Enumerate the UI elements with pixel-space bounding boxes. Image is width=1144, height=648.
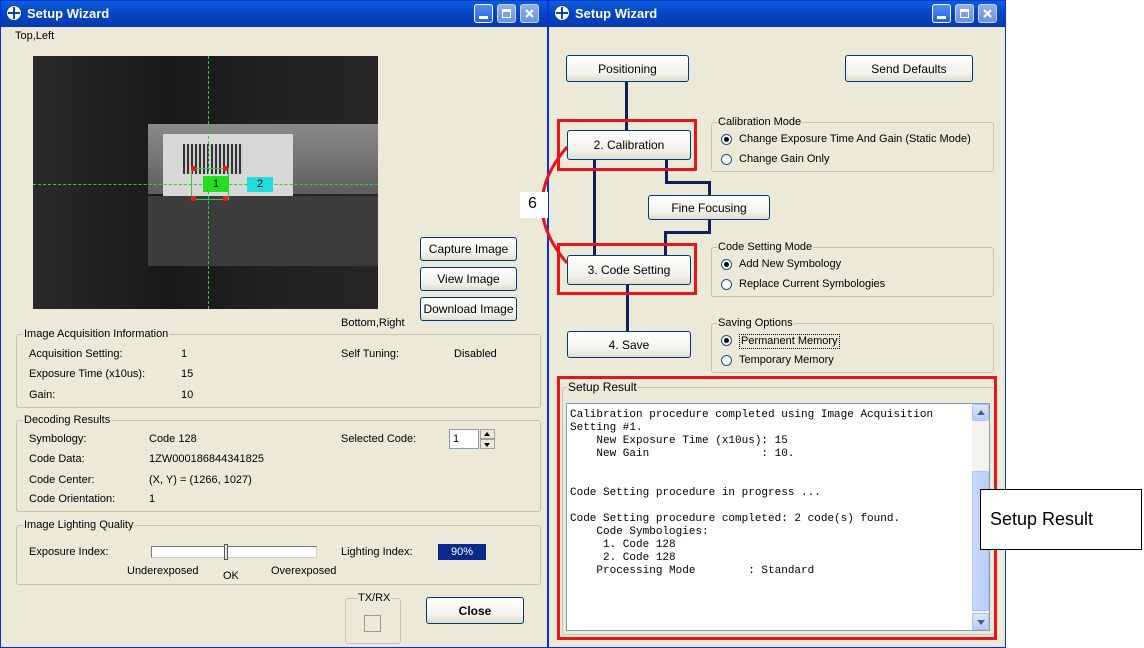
close-icon	[983, 9, 992, 18]
maximize-icon	[502, 9, 511, 18]
lighting-group-title: Image Lighting Quality	[23, 519, 135, 531]
exposure-time-value: 15	[181, 368, 194, 380]
ok-label: OK	[223, 570, 239, 582]
code-center-value: (X, Y) = (1266, 1027)	[149, 474, 252, 486]
spinner-down-button[interactable]	[480, 439, 495, 449]
gain-label: Gain:	[29, 389, 56, 401]
minimize-button[interactable]	[932, 4, 951, 23]
code-center-label: Code Center:	[29, 474, 95, 486]
gain-value: 10	[181, 389, 194, 401]
self-tuning-value: Disabled	[454, 348, 497, 360]
corner-marker	[191, 166, 196, 171]
saving-radio-temporary[interactable]	[721, 355, 732, 366]
bottom-right-label: Bottom,Right	[341, 317, 405, 329]
view-image-button[interactable]: View Image	[420, 267, 517, 291]
corner-marker	[223, 166, 228, 171]
spinner-down-icon	[484, 443, 490, 447]
close-window-button[interactable]	[520, 4, 539, 23]
app-icon	[554, 5, 570, 21]
saving-option-permanent[interactable]: Permanent Memory	[739, 334, 840, 349]
selected-code-label: Selected Code:	[341, 433, 417, 445]
maximize-button[interactable]	[955, 4, 974, 23]
connector-line	[665, 181, 710, 184]
callout-number: 6	[528, 195, 537, 212]
code-setting-radio-replace[interactable]	[721, 279, 732, 290]
left-title-bar[interactable]: Setup Wizard	[1, 1, 547, 27]
left-window-title: Setup Wizard	[27, 6, 110, 21]
positioning-button[interactable]: Positioning	[566, 55, 689, 82]
lighting-index-label: Lighting Index:	[341, 546, 413, 558]
code-orientation-value: 1	[149, 493, 156, 505]
spinner-up-icon	[484, 432, 490, 436]
maximize-button[interactable]	[497, 4, 516, 23]
code-label-2: 2	[247, 177, 273, 192]
exposure-time-label: Exposure Time (x10us):	[29, 368, 146, 380]
minimize-icon	[937, 16, 946, 19]
corner-marker	[223, 196, 228, 201]
code-data-value: 1ZW000186844341825	[149, 453, 264, 465]
connector-line	[708, 181, 711, 195]
acquisition-setting-label: Acquisition Setting:	[29, 348, 123, 360]
app-icon	[6, 5, 22, 21]
code-setting-option-add[interactable]: Add New Symbology	[739, 258, 841, 271]
exposure-index-indicator	[223, 544, 228, 560]
lighting-index-value: 90%	[438, 544, 486, 560]
download-image-button[interactable]: Download Image	[420, 297, 517, 321]
setup-result-highlight-box	[557, 376, 997, 640]
saving-options-title: Saving Options	[717, 317, 794, 329]
symbology-value: Code 128	[149, 433, 197, 445]
save-button[interactable]: 4. Save	[567, 331, 691, 358]
right-window-title: Setup Wizard	[575, 6, 658, 21]
calibration-mode-title: Calibration Mode	[717, 116, 803, 128]
corner-marker	[191, 196, 196, 201]
symbology-label: Symbology:	[29, 433, 87, 445]
camera-image-view[interactable]: 1 2	[33, 56, 378, 309]
acquisition-setting-value: 1	[181, 348, 188, 360]
self-tuning-label: Self Tuning:	[341, 348, 400, 360]
code-setting-radio-add[interactable]	[721, 259, 732, 270]
code-label-1: 1	[203, 176, 229, 192]
exposure-index-track	[151, 546, 317, 558]
txrx-indicator	[364, 615, 381, 632]
minimize-button[interactable]	[474, 4, 493, 23]
close-icon	[525, 9, 534, 18]
calibration-mode-radio-gain[interactable]	[721, 154, 732, 165]
calibration-mode-option-gain[interactable]: Change Gain Only	[739, 153, 830, 166]
code-orientation-label: Code Orientation:	[29, 493, 116, 505]
txrx-label: TX/RX	[357, 592, 392, 604]
calibration-mode-radio-static[interactable]	[721, 134, 732, 145]
overexposed-label: Overexposed	[271, 565, 337, 577]
right-title-bar[interactable]: Setup Wizard	[549, 1, 1005, 27]
connector-line	[664, 231, 711, 234]
selected-code-input[interactable]: 1	[449, 429, 479, 449]
saving-radio-permanent[interactable]	[721, 335, 732, 346]
decoding-group-title: Decoding Results	[23, 414, 112, 426]
calibration-mode-option-static[interactable]: Change Exposure Time And Gain (Static Mo…	[739, 133, 971, 146]
spinner-up-button[interactable]	[480, 429, 495, 439]
code-data-label: Code Data:	[29, 453, 85, 465]
selected-code-spinner[interactable]: 1	[449, 429, 495, 449]
send-defaults-button[interactable]: Send Defaults	[845, 55, 973, 82]
code-setting-option-replace[interactable]: Replace Current Symbologies	[739, 278, 885, 291]
close-window-button[interactable]	[978, 4, 997, 23]
image-box-front	[148, 196, 378, 266]
saving-option-temporary[interactable]: Temporary Memory	[739, 354, 834, 367]
capture-image-button[interactable]: Capture Image	[420, 237, 517, 261]
fine-focusing-button[interactable]: Fine Focusing	[648, 195, 770, 220]
code-setting-mode-title: Code Setting Mode	[717, 241, 814, 253]
underexposed-label: Underexposed	[127, 565, 199, 577]
minimize-icon	[479, 16, 488, 19]
close-button[interactable]: Close	[426, 597, 524, 624]
left-setup-wizard-window: Setup Wizard Top,Left 1 2 Capture Image …	[0, 0, 548, 648]
acquisition-group-title: Image Acquisition Information	[23, 328, 170, 340]
setup-result-callout-text: Setup Result	[990, 509, 1094, 529]
top-left-label: Top,Left	[15, 30, 55, 42]
maximize-icon	[960, 9, 969, 18]
exposure-index-label: Exposure Index:	[29, 546, 109, 558]
